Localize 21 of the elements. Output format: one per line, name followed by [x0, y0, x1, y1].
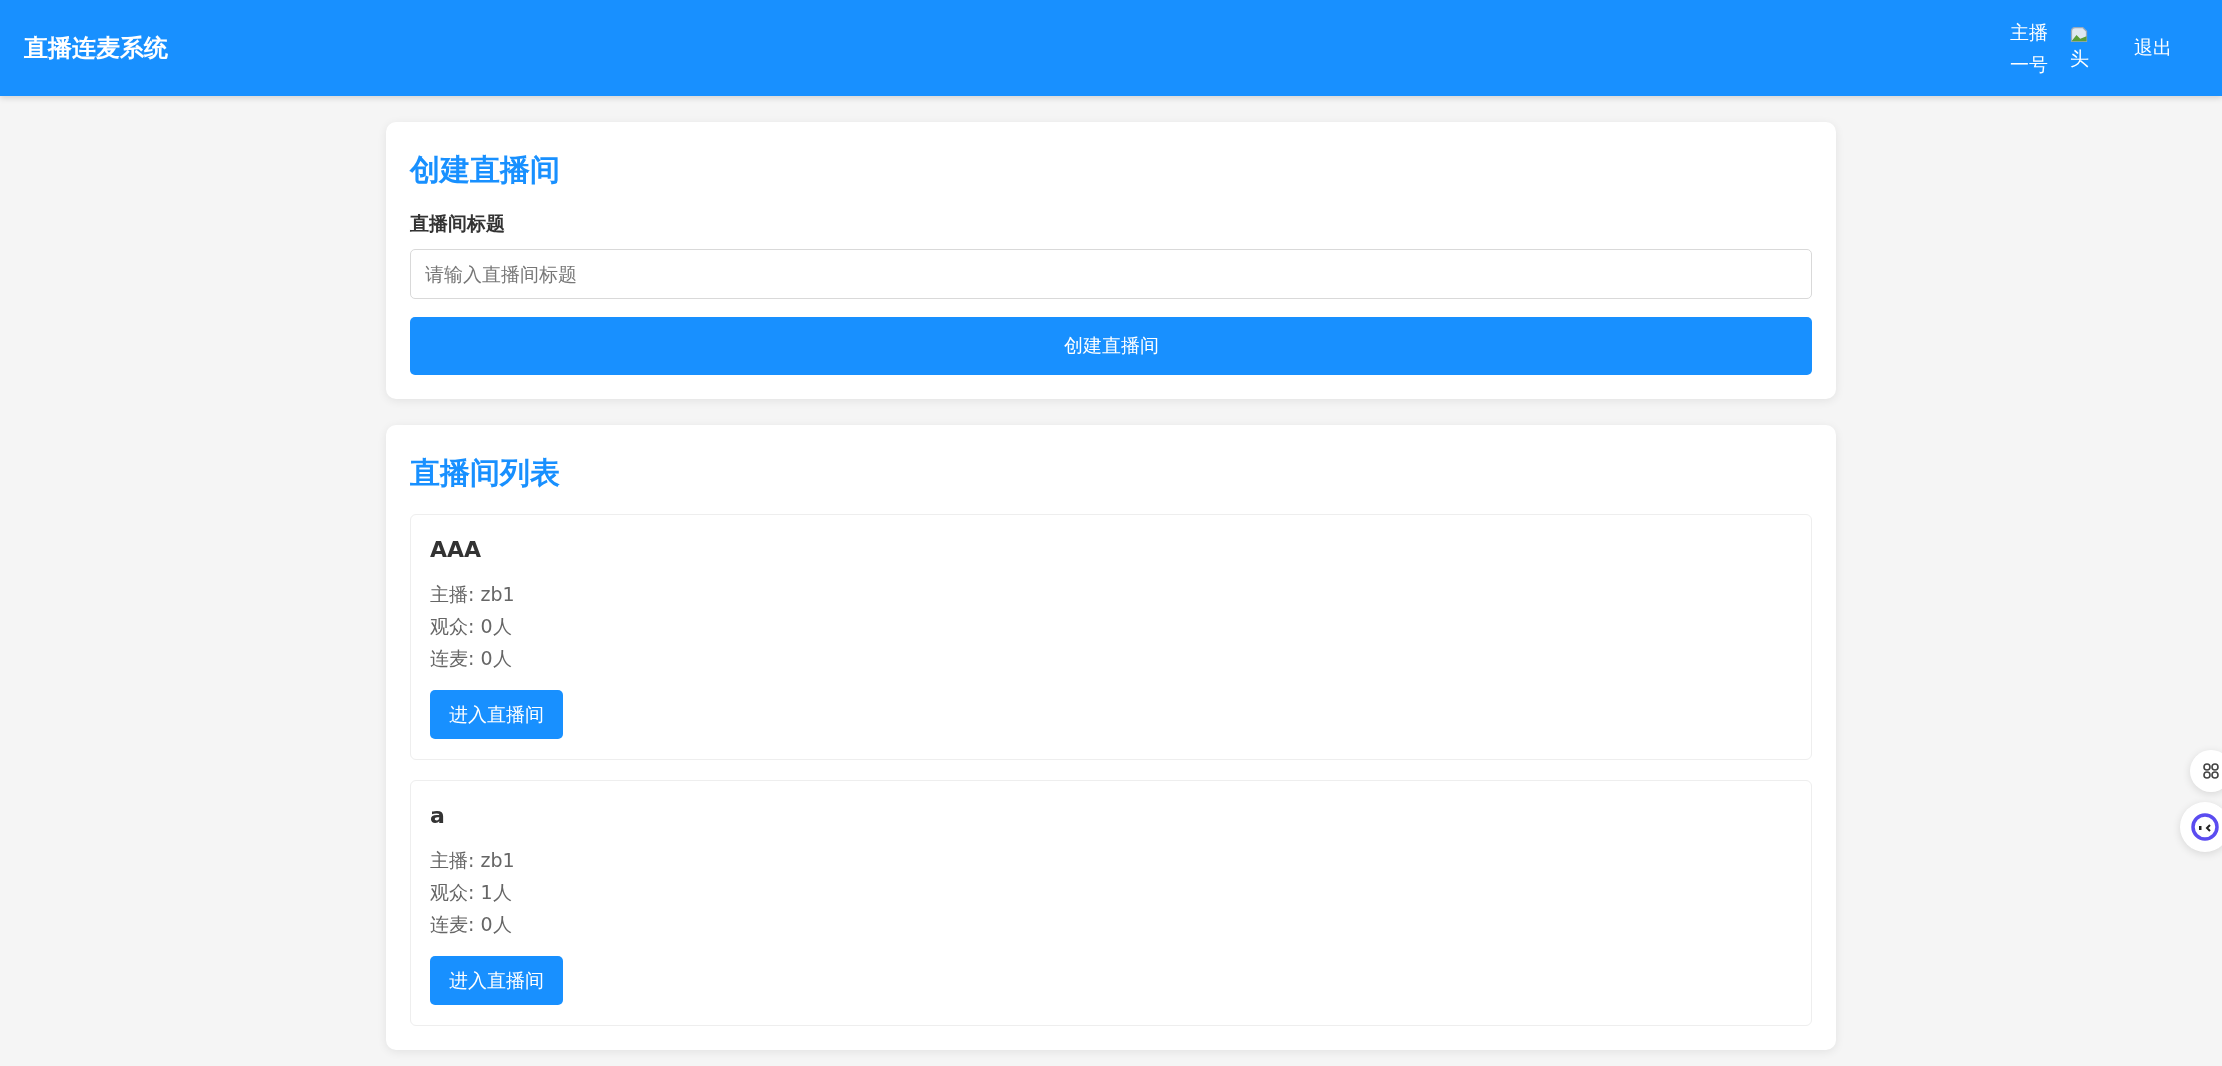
room-info-text: 连麦: 0人 — [430, 912, 513, 937]
room-title: AAA — [430, 537, 482, 562]
avatar-image: 头 — [2068, 25, 2090, 71]
room-info-text: 观众: 0人 — [430, 614, 513, 639]
create-room-button[interactable]: 创建直播间 — [410, 317, 1812, 375]
room-info-text: 连麦: 0人 — [430, 646, 513, 671]
room-info-text: 主播: zb1 — [430, 582, 515, 607]
enter-room-button[interactable]: 进入直播间 — [430, 690, 563, 739]
room-info-text: 观众: 1人 — [430, 880, 513, 905]
shortcut-icon[interactable] — [2190, 750, 2222, 792]
room-title: a — [430, 803, 445, 828]
field-label: 直播间标题 — [410, 211, 506, 236]
app-title: 直播连麦系统 — [24, 33, 168, 64]
section-heading: 直播间列表 — [410, 454, 561, 492]
assistant-icon[interactable] — [2180, 802, 2222, 852]
section-heading: 创建直播间 — [410, 151, 561, 189]
title-input-field[interactable]: 请输入直播间标题 — [410, 249, 1812, 299]
user-name: 主播一号 — [2010, 20, 2049, 77]
room-info-text: 主播: zb1 — [430, 848, 515, 873]
enter-room-button[interactable]: 进入直播间 — [430, 956, 563, 1005]
logout-link[interactable]: 退出 — [2134, 35, 2172, 61]
